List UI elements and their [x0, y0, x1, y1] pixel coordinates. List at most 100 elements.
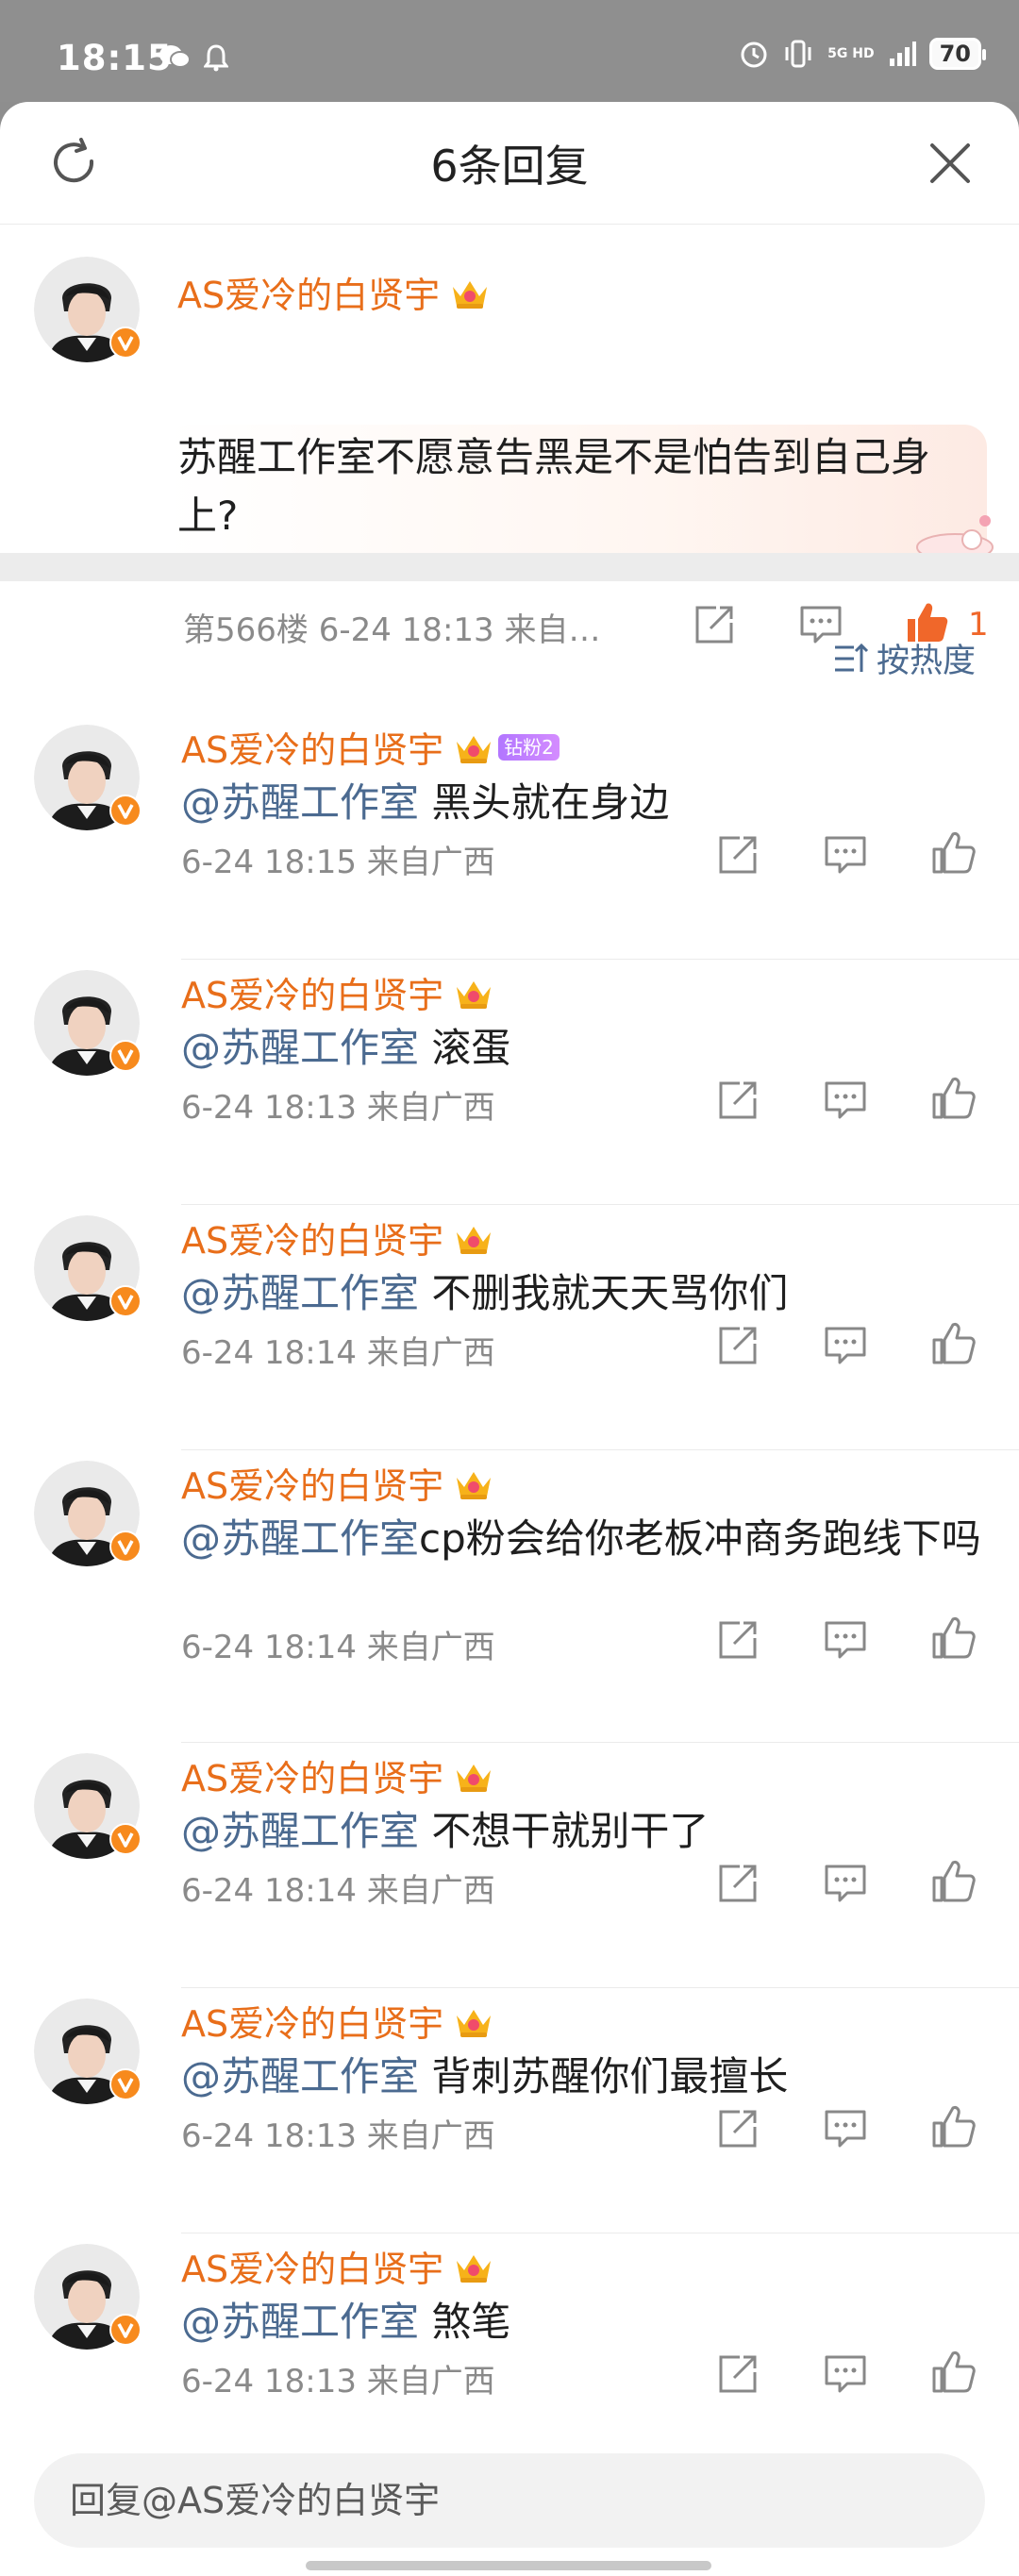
like-icon[interactable] — [930, 1321, 976, 1366]
battery-indicator: 70 — [928, 38, 987, 70]
reply-body: 煞笔 — [419, 2299, 511, 2345]
reply-item: AS爱冷的白贤宇 @苏醒工作室 滚蛋 6-24 18:13 来自广西 — [0, 961, 1019, 1206]
fan-badge: 钻粉2 — [498, 733, 560, 761]
reply-text: @苏醒工作室 滚蛋 — [181, 1021, 993, 1076]
reply-item: AS爱冷的白贤宇 @苏醒工作室 不想干就别干了 6-24 18:14 来自广西 — [0, 1744, 1019, 1989]
avatar[interactable] — [34, 257, 142, 362]
root-comment: AS爱冷的白贤宇 苏醒工作室不愿意告黑是不是怕告到自己身上? 第566楼 6-2… — [0, 225, 1019, 649]
mention-link[interactable]: @苏醒工作室 — [181, 1270, 419, 1316]
avatar[interactable] — [34, 1753, 142, 1859]
reply-meta: 6-24 18:13 来自广西 — [181, 2117, 495, 2155]
reply-meta: 6-24 18:13 来自广西 — [181, 2363, 495, 2400]
comment-icon[interactable] — [823, 1323, 868, 1368]
wechat-icon — [159, 45, 191, 68]
username-text: AS爱冷的白贤宇 — [181, 1220, 444, 1262]
reply-body: 黑头就在身边 — [419, 779, 670, 826]
avatar[interactable] — [34, 970, 142, 1076]
reply-item: AS爱冷的白贤宇 @苏醒工作室cp粉会给你老板冲商务跑线下吗 6-24 18:1… — [0, 1451, 1019, 1744]
reply-item: AS爱冷的白贤宇 @苏醒工作室 不删我就天天骂你们 6-24 18:14 来自广… — [0, 1206, 1019, 1451]
mention-link[interactable]: @苏醒工作室 — [181, 2053, 419, 2099]
verified-badge-icon — [109, 795, 142, 827]
like-icon[interactable] — [930, 1615, 976, 1661]
reply-meta: 6-24 18:15 来自广西 — [181, 844, 495, 881]
reply-text: @苏醒工作室cp粉会给你老板冲商务跑线下吗 — [181, 1512, 993, 1566]
avatar[interactable] — [34, 1215, 142, 1321]
signal-icon — [889, 42, 916, 66]
comment-icon[interactable] — [823, 832, 868, 878]
avatar[interactable] — [34, 725, 142, 830]
avatar[interactable] — [34, 1461, 142, 1566]
crown-icon — [457, 2254, 492, 2283]
alarm-icon — [741, 42, 767, 68]
avatar[interactable] — [34, 2244, 142, 2350]
comment-meta: 第566楼 6-24 18:13 来自… — [183, 611, 601, 649]
sort-button[interactable]: 按热度 — [833, 634, 976, 682]
mention-link[interactable]: @苏醒工作室 — [181, 1025, 419, 1071]
verified-badge-icon — [109, 1040, 142, 1072]
reply-meta: 6-24 18:14 来自广西 — [181, 1629, 495, 1666]
share-icon[interactable] — [715, 1078, 760, 1123]
reply-body: 滚蛋 — [419, 1025, 511, 1071]
username[interactable]: AS爱冷的白贤宇 — [181, 1995, 494, 2047]
reply-item: AS爱冷的白贤宇 钻粉2 @苏醒工作室 黑头就在身边 6-24 18:15 来自… — [0, 715, 1019, 961]
reply-divider — [181, 1987, 1019, 1988]
mention-link[interactable]: @苏醒工作室 — [181, 1515, 419, 1562]
share-icon[interactable] — [715, 1617, 760, 1663]
share-icon[interactable] — [715, 1861, 760, 1906]
share-icon[interactable] — [715, 2106, 760, 2151]
reply-input[interactable]: 回复@AS爱冷的白贤宇 — [34, 2453, 985, 2548]
verified-badge-icon — [109, 2314, 142, 2346]
username-text: AS爱冷的白贤宇 — [181, 975, 444, 1016]
username-text: AS爱冷的白贤宇 — [181, 729, 444, 771]
username[interactable]: AS爱冷的白贤宇 — [181, 1457, 494, 1509]
like-icon[interactable] — [930, 1076, 976, 1121]
username[interactable]: AS爱冷的白贤宇 — [181, 2240, 494, 2292]
sort-label: 按热度 — [876, 643, 976, 680]
username-text: AS爱冷的白贤宇 — [181, 2003, 444, 2045]
verified-badge-icon — [109, 1531, 142, 1563]
status-right-icons: 5G HD 70 — [739, 38, 987, 70]
home-indicator[interactable] — [306, 2561, 711, 2570]
share-icon[interactable] — [715, 832, 760, 878]
comment-icon[interactable] — [823, 2351, 868, 2397]
comment-icon[interactable] — [823, 1078, 868, 1123]
username[interactable]: AS爱冷的白贤宇 — [177, 266, 491, 318]
share-icon[interactable] — [692, 602, 737, 647]
mention-link[interactable]: @苏醒工作室 — [181, 2299, 419, 2345]
reply-text: @苏醒工作室 不想干就别干了 — [181, 1804, 993, 1859]
reply-text: @苏醒工作室 煞笔 — [181, 2295, 993, 2350]
verified-badge-icon — [109, 2068, 142, 2100]
reply-divider — [181, 1204, 1019, 1205]
like-icon[interactable] — [930, 830, 976, 876]
reply-text: @苏醒工作室 黑头就在身边 — [181, 776, 993, 830]
network-type: 5G HD — [827, 45, 875, 61]
close-icon[interactable] — [927, 140, 974, 187]
crown-icon — [457, 735, 492, 763]
crown-icon — [457, 2009, 492, 2037]
crown-icon — [457, 1471, 492, 1499]
mention-link[interactable]: @苏醒工作室 — [181, 779, 419, 826]
comment-icon[interactable] — [823, 1617, 868, 1663]
share-icon[interactable] — [715, 1323, 760, 1368]
avatar[interactable] — [34, 1999, 142, 2104]
comment-icon[interactable] — [823, 1861, 868, 1906]
like-icon[interactable] — [930, 2104, 976, 2149]
username[interactable]: AS爱冷的白贤宇 — [181, 1749, 494, 1801]
reply-meta: 6-24 18:13 来自广西 — [181, 1089, 495, 1127]
reply-item: AS爱冷的白贤宇 @苏醒工作室 背刺苏醒你们最擅长 6-24 18:13 来自广… — [0, 1989, 1019, 2234]
comment-icon[interactable] — [823, 2106, 868, 2151]
like-icon[interactable] — [930, 2350, 976, 2395]
reply-item: AS爱冷的白贤宇 @苏醒工作室 煞笔 6-24 18:13 来自广西 — [0, 2234, 1019, 2480]
comment-text: 苏醒工作室不愿意告黑是不是怕告到自己身上? — [177, 434, 931, 539]
sort-icon — [834, 643, 869, 672]
username[interactable]: AS爱冷的白贤宇 钻粉2 — [181, 721, 560, 773]
username[interactable]: AS爱冷的白贤宇 — [181, 966, 494, 1018]
section-divider — [0, 553, 1019, 581]
share-icon[interactable] — [715, 2351, 760, 2397]
mention-link[interactable]: @苏醒工作室 — [181, 1808, 419, 1854]
verified-badge-icon — [109, 1823, 142, 1855]
username[interactable]: AS爱冷的白贤宇 — [181, 1212, 494, 1263]
reply-meta: 6-24 18:14 来自广西 — [181, 1872, 495, 1910]
crown-icon — [457, 1226, 492, 1254]
like-icon[interactable] — [930, 1859, 976, 1904]
